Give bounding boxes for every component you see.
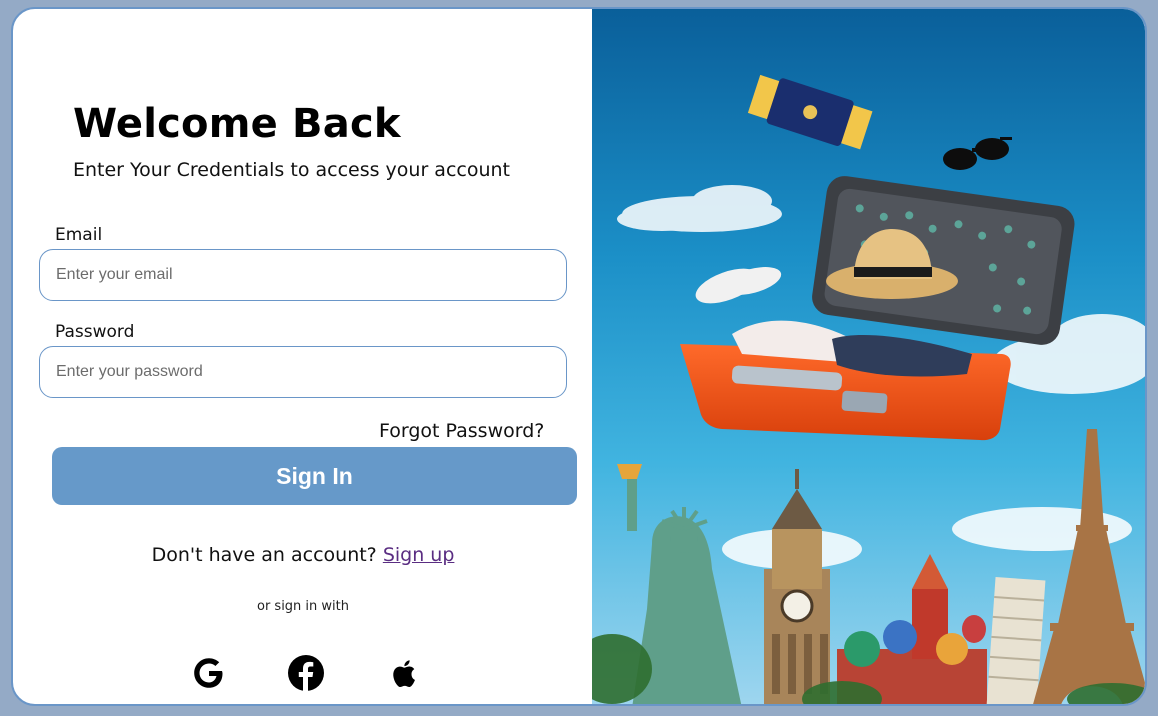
login-card: Welcome Back Enter Your Credentials to a… bbox=[11, 7, 1147, 706]
sign-in-button[interactable]: Sign In bbox=[52, 447, 577, 505]
signup-row: Don't have an account? Sign up bbox=[13, 544, 593, 566]
forgot-password-link[interactable]: Forgot Password? bbox=[379, 420, 544, 442]
google-icon bbox=[194, 658, 223, 688]
travel-illustration bbox=[592, 9, 1145, 704]
password-label: Password bbox=[55, 322, 135, 342]
travel-hero-image bbox=[592, 9, 1145, 704]
or-sign-in-text: or sign in with bbox=[256, 599, 349, 614]
login-panel: Welcome Back Enter Your Credentials to a… bbox=[13, 9, 593, 704]
apple-icon bbox=[393, 660, 415, 688]
facebook-sign-in-button[interactable] bbox=[286, 653, 326, 693]
sign-up-link[interactable]: Sign up bbox=[383, 544, 455, 566]
apple-sign-in-button[interactable] bbox=[381, 653, 421, 693]
password-field[interactable] bbox=[39, 346, 567, 398]
page-title: Welcome Back bbox=[73, 101, 401, 147]
email-label: Email bbox=[55, 225, 103, 245]
signup-prompt: Don't have an account? bbox=[151, 544, 377, 566]
google-sign-in-button[interactable] bbox=[189, 653, 229, 693]
page-subtitle: Enter Your Credentials to access your ac… bbox=[73, 159, 510, 181]
email-field[interactable] bbox=[39, 249, 567, 301]
facebook-icon bbox=[288, 655, 324, 691]
